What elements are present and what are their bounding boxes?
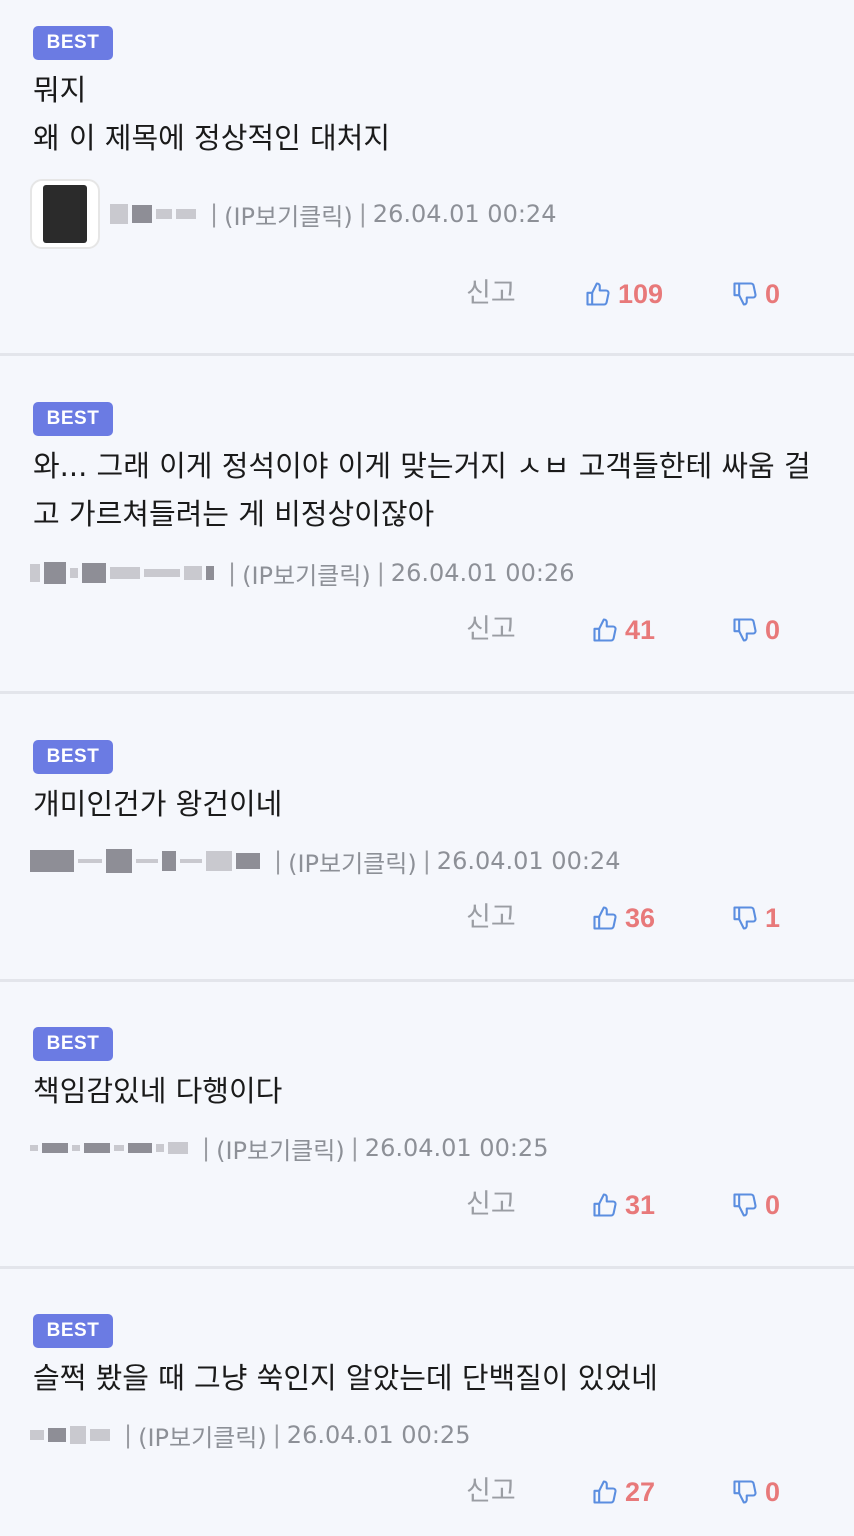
report-button[interactable]: 신고	[466, 898, 516, 938]
thumbs-down-icon	[733, 618, 757, 642]
like-button[interactable]: 36	[591, 898, 655, 938]
like-button[interactable]: 27	[591, 1472, 655, 1512]
comment-meta: | (IP보기클릭) | 26.04.01 00:25	[30, 1415, 470, 1455]
ip-view-link[interactable]: (IP보기클릭)	[242, 556, 371, 591]
comment-item: BEST 개미인건가 왕건이네 | (IP보기클릭) | 26.04.01 00…	[0, 694, 854, 982]
comment-timestamp: 26.04.01 00:26	[390, 559, 575, 587]
dislike-button[interactable]: 0	[731, 1185, 780, 1225]
best-badge: BEST	[33, 1314, 113, 1348]
report-button[interactable]: 신고	[466, 610, 516, 650]
comment-item: BEST 슬쩍 봤을 때 그냥 쑥인지 알았는데 단백질이 있었네 | (IP보…	[0, 1269, 854, 1536]
comment-text: 책임감있네 다행이다	[33, 1074, 283, 1108]
best-badge: BEST	[33, 740, 113, 774]
dislike-button[interactable]: 0	[731, 1472, 780, 1512]
ip-view-link[interactable]: (IP보기클릭)	[138, 1418, 267, 1453]
comment-text: 와... 그래 이게 정석이야 이게 맞는거지 ㅅㅂ 고객들한테 싸움 걸고 가…	[33, 449, 811, 531]
comment-actions: 신고 36 1	[0, 898, 854, 938]
ip-view-link[interactable]: (IP보기클릭)	[224, 197, 353, 232]
comment-item: BEST 와... 그래 이게 정석이야 이게 맞는거지 ㅅㅂ 고객들한테 싸움…	[0, 356, 854, 694]
ip-view-link[interactable]: (IP보기클릭)	[288, 844, 417, 879]
like-count: 109	[618, 278, 664, 309]
like-count: 36	[625, 902, 656, 933]
dislike-count: 0	[765, 614, 781, 645]
comment-actions: 신고 109 0	[0, 274, 854, 314]
comment-meta: | (IP보기클릭) | 26.04.01 00:25	[30, 1128, 548, 1168]
comment-meta: | (IP보기클릭) | 26.04.01 00:26	[30, 553, 574, 593]
comment-actions: 신고 31 0	[0, 1185, 854, 1225]
comment-text: 슬쩍 봤을 때 그냥 쑥인지 알았는데 단백질이 있었네	[33, 1361, 658, 1395]
masked-nickname	[30, 1142, 188, 1154]
thumbs-down-icon	[733, 282, 757, 306]
thumbs-up-icon	[593, 1480, 617, 1504]
thumbs-up-icon	[586, 282, 610, 306]
masked-nickname	[30, 1426, 110, 1444]
comment-timestamp: 26.04.01 00:24	[372, 200, 557, 228]
comment-timestamp: 26.04.01 00:24	[436, 847, 621, 875]
comment-text: 뭐지 왜 이 제목에 정상적인 대처지	[33, 73, 391, 155]
like-count: 31	[625, 1189, 656, 1220]
thumbs-down-icon	[733, 1480, 757, 1504]
comment-actions: 신고 41 0	[0, 610, 854, 650]
best-badge: BEST	[33, 1027, 113, 1061]
dislike-count: 0	[765, 1476, 781, 1507]
report-button[interactable]: 신고	[466, 274, 516, 314]
like-count: 27	[625, 1476, 656, 1507]
avatar[interactable]	[30, 179, 100, 249]
ip-view-link[interactable]: (IP보기클릭)	[216, 1131, 345, 1166]
dislike-count: 0	[765, 1189, 781, 1220]
like-button[interactable]: 41	[591, 610, 655, 650]
thumbs-down-icon	[733, 906, 757, 930]
comment-meta: | (IP보기클릭) | 26.04.01 00:24	[30, 841, 620, 881]
report-button[interactable]: 신고	[466, 1185, 516, 1225]
comment-meta: | (IP보기클릭) | 26.04.01 00:24	[30, 179, 557, 249]
thumbs-up-icon	[593, 906, 617, 930]
dislike-count: 0	[765, 278, 781, 309]
masked-nickname	[30, 562, 214, 584]
comment-list: BEST 뭐지 왜 이 제목에 정상적인 대처지 | (IP보기클릭) | 26…	[0, 0, 854, 1536]
comment-text: 개미인건가 왕건이네	[33, 787, 283, 821]
like-button[interactable]: 109	[584, 274, 663, 314]
dislike-button[interactable]: 0	[731, 274, 780, 314]
comment-item: BEST 뭐지 왜 이 제목에 정상적인 대처지 | (IP보기클릭) | 26…	[0, 0, 854, 356]
masked-nickname	[30, 849, 260, 873]
thumbs-up-icon	[593, 618, 617, 642]
comment-actions: 신고 27 0	[0, 1472, 854, 1512]
comment-item: BEST 책임감있네 다행이다 | (IP보기클릭) | 26.04.01 00…	[0, 982, 854, 1269]
dislike-button[interactable]: 0	[731, 610, 780, 650]
masked-nickname	[110, 204, 196, 224]
best-badge: BEST	[33, 402, 113, 436]
dislike-count: 1	[765, 902, 781, 933]
comment-timestamp: 26.04.01 00:25	[364, 1134, 549, 1162]
thumbs-down-icon	[733, 1193, 757, 1217]
dislike-button[interactable]: 1	[731, 898, 780, 938]
like-button[interactable]: 31	[591, 1185, 655, 1225]
like-count: 41	[625, 614, 656, 645]
best-badge: BEST	[33, 26, 113, 60]
comment-timestamp: 26.04.01 00:25	[286, 1421, 471, 1449]
thumbs-up-icon	[593, 1193, 617, 1217]
report-button[interactable]: 신고	[466, 1472, 516, 1512]
